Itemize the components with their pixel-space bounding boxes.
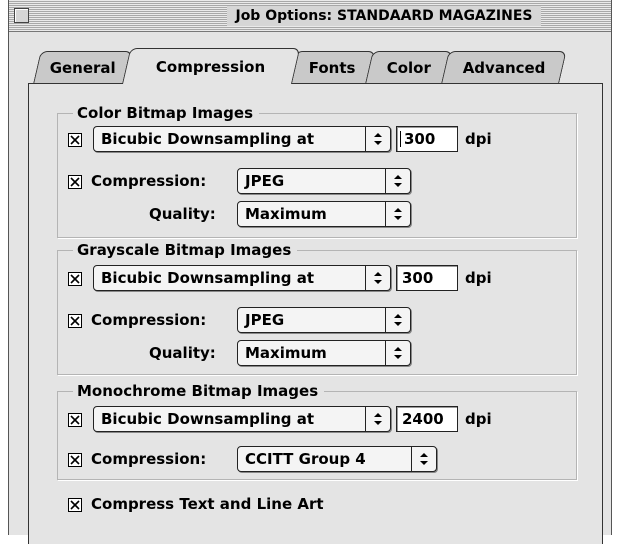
tab-compression[interactable]: Compression bbox=[122, 48, 301, 84]
up-down-arrows-icon bbox=[365, 407, 390, 431]
gray-downsample-select[interactable]: Bicubic Downsampling at bbox=[93, 265, 391, 291]
mono-compression-checkbox[interactable] bbox=[68, 453, 82, 467]
color-compression-label: Compression: bbox=[91, 172, 207, 190]
mono-resolution-input[interactable]: 2400 bbox=[396, 406, 458, 432]
title-bar[interactable]: Job Options: STANDAARD MAGAZINES bbox=[9, 0, 611, 32]
compress-text-checkbox[interactable] bbox=[68, 498, 82, 512]
gray-resolution-value: 300 bbox=[402, 269, 434, 287]
color-downsample-checkbox[interactable] bbox=[68, 133, 82, 147]
window-title: Job Options: STANDAARD MAGAZINES bbox=[227, 5, 541, 26]
gray-resolution-input[interactable]: 300 bbox=[396, 265, 458, 291]
gray-quality-value: Maximum bbox=[245, 344, 327, 362]
tab-general[interactable]: General bbox=[33, 51, 133, 84]
gray-downsample-checkbox[interactable] bbox=[68, 272, 82, 286]
gray-quality-select[interactable]: Maximum bbox=[237, 340, 411, 366]
color-quality-label: Quality: bbox=[149, 205, 216, 223]
color-bitmap-group-title: Color Bitmap Images bbox=[73, 104, 260, 122]
monochrome-bitmap-group-title: Monochrome Bitmap Images bbox=[73, 382, 325, 400]
gray-quality-label: Quality: bbox=[149, 344, 216, 362]
tab-label: Fonts bbox=[308, 59, 356, 77]
up-down-arrows-icon bbox=[385, 308, 410, 332]
tab-label: General bbox=[49, 59, 116, 77]
mono-dpi-label: dpi bbox=[465, 410, 492, 428]
mono-downsample-value: Bicubic Downsampling at bbox=[101, 410, 315, 428]
tab-label: Advanced bbox=[462, 59, 546, 77]
gray-compression-select[interactable]: JPEG bbox=[237, 307, 411, 333]
tab-advanced[interactable]: Advanced bbox=[441, 51, 567, 84]
color-resolution-input[interactable]: 300 bbox=[396, 126, 458, 152]
gray-compression-label: Compression: bbox=[91, 311, 207, 329]
gray-downsample-value: Bicubic Downsampling at bbox=[101, 269, 315, 287]
gray-compression-value: JPEG bbox=[245, 311, 285, 329]
compress-text-label[interactable]: Compress Text and Line Art bbox=[91, 494, 324, 514]
color-quality-value: Maximum bbox=[245, 205, 327, 223]
text-caret bbox=[400, 131, 401, 147]
color-compression-checkbox[interactable] bbox=[68, 175, 82, 189]
mono-downsample-select[interactable]: Bicubic Downsampling at bbox=[93, 406, 391, 432]
mono-compression-select[interactable]: CCITT Group 4 bbox=[237, 446, 437, 472]
compression-panel: Color Bitmap Images Bicubic Downsampling… bbox=[28, 84, 603, 544]
up-down-arrows-icon bbox=[385, 341, 410, 365]
mono-resolution-value: 2400 bbox=[402, 410, 444, 428]
mono-compression-label: Compression: bbox=[91, 450, 207, 468]
color-downsample-select[interactable]: Bicubic Downsampling at bbox=[93, 126, 391, 152]
mono-compression-value: CCITT Group 4 bbox=[245, 450, 366, 468]
up-down-arrows-icon bbox=[411, 447, 436, 471]
tab-fonts[interactable]: Fonts bbox=[288, 51, 376, 84]
color-resolution-value: 300 bbox=[404, 130, 436, 148]
tab-label: Compression bbox=[156, 57, 266, 76]
gray-compression-checkbox[interactable] bbox=[68, 314, 82, 328]
up-down-arrows-icon bbox=[385, 169, 410, 193]
color-compression-value: JPEG bbox=[245, 172, 285, 190]
color-quality-select[interactable]: Maximum bbox=[237, 201, 411, 227]
tab-color[interactable]: Color bbox=[365, 51, 453, 84]
up-down-arrows-icon bbox=[365, 127, 390, 151]
up-down-arrows-icon bbox=[365, 266, 390, 290]
mono-downsample-checkbox[interactable] bbox=[68, 413, 82, 427]
color-downsample-value: Bicubic Downsampling at bbox=[101, 130, 315, 148]
color-compression-select[interactable]: JPEG bbox=[237, 168, 411, 194]
gray-dpi-label: dpi bbox=[465, 269, 492, 287]
color-dpi-label: dpi bbox=[465, 130, 492, 148]
up-down-arrows-icon bbox=[385, 202, 410, 226]
tab-label: Color bbox=[386, 59, 431, 77]
job-options-window: Job Options: STANDAARD MAGAZINES General… bbox=[8, 0, 612, 544]
grayscale-bitmap-group-title: Grayscale Bitmap Images bbox=[73, 241, 298, 259]
